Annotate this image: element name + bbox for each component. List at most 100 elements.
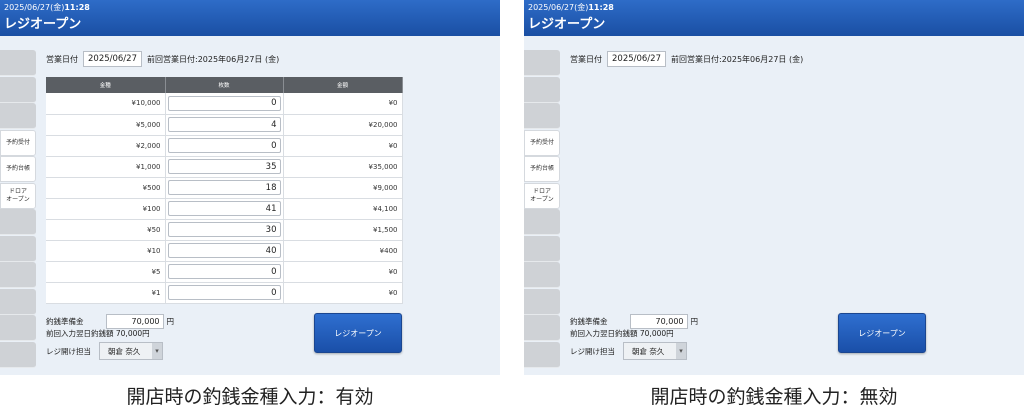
- table-row: ¥10,000 ¥0: [46, 93, 403, 115]
- count-input[interactable]: [167, 117, 281, 132]
- sidebar-tab-empty[interactable]: [524, 76, 560, 103]
- sidebar-tab-empty[interactable]: [0, 103, 36, 129]
- chevron-down-icon: ▾: [152, 343, 162, 359]
- page-title: レジオープン: [528, 17, 606, 32]
- caption-disabled: 開店時の釣銭金種入力：無効: [650, 386, 898, 408]
- sidebar-tab-5[interactable]: ドロア オープン: [524, 182, 560, 209]
- table-row: ¥2,000 ¥0: [46, 135, 403, 157]
- count-cell: [165, 177, 284, 199]
- sidebar-tab-4[interactable]: 予約台帳: [524, 156, 560, 182]
- sidebar-tab-empty[interactable]: [0, 50, 36, 76]
- sidebar-tab-3[interactable]: 予約受付: [524, 129, 560, 156]
- sidebar-tab-empty[interactable]: [524, 262, 560, 288]
- count-input[interactable]: [167, 285, 281, 300]
- business-date-field[interactable]: 2025/06/27: [607, 51, 666, 67]
- register-open-button[interactable]: レジオープン: [314, 313, 402, 353]
- sidebar-tab-empty[interactable]: [524, 288, 560, 315]
- header-bar: 2025/06/27(金)11:28 レジオープン: [524, 0, 1024, 36]
- staff-select[interactable]: 朝倉 奈久 ▾: [623, 342, 687, 360]
- prev-float-row: 前回入力翌日釣銭額 70,000円: [46, 329, 150, 338]
- count-input[interactable]: [167, 138, 281, 153]
- sidebar-tab-empty[interactable]: [524, 235, 560, 262]
- amount-cell: ¥9,000: [283, 177, 403, 199]
- table-row: ¥10 ¥400: [46, 240, 403, 262]
- business-date-field[interactable]: 2025/06/27: [83, 51, 142, 67]
- chevron-down-icon: ▾: [676, 343, 686, 359]
- count-cell: [165, 198, 284, 220]
- amount-cell: ¥35,000: [283, 156, 403, 178]
- count-input[interactable]: [167, 95, 281, 111]
- sidebar-tab-empty[interactable]: [524, 209, 560, 235]
- count-input[interactable]: [167, 264, 281, 279]
- sidebar-tab-empty[interactable]: [0, 288, 36, 315]
- prev-float-row: 前回入力翌日釣銭額 70,000円: [570, 329, 674, 338]
- denomination-cell: ¥5: [46, 261, 166, 283]
- count-cell: [165, 135, 284, 157]
- sidebar-tab-empty[interactable]: [0, 235, 36, 262]
- count-cell: [165, 240, 284, 262]
- denomination-table: 金種 枚数 金額 ¥10,000¥0¥5,000¥20,000¥2,000¥0¥…: [46, 77, 403, 304]
- sidebar-tab-3[interactable]: 予約受付: [0, 129, 36, 156]
- amount-cell: ¥1,500: [283, 219, 403, 241]
- count-input[interactable]: [167, 222, 281, 237]
- float-row: 釣銭準備金 円: [46, 314, 174, 329]
- float-input[interactable]: [629, 314, 688, 329]
- sidebar-tab-empty[interactable]: [524, 341, 560, 368]
- caption-enabled: 開店時の釣銭金種入力：有効: [126, 386, 374, 408]
- business-date-row: 営業日付 2025/06/27 前回営業日付:2025年06月27日 (金): [46, 51, 279, 67]
- column-header-count: 枚数: [165, 77, 284, 93]
- denomination-cell: ¥10,000: [46, 93, 166, 115]
- amount-cell: ¥20,000: [283, 114, 403, 136]
- staff-row: レジ開け担当 朝倉 奈久 ▾: [570, 342, 687, 360]
- sidebar-tab-5[interactable]: ドロア オープン: [0, 182, 36, 209]
- amount-cell: ¥0: [283, 261, 403, 283]
- sidebar-tab-empty[interactable]: [0, 341, 36, 368]
- sidebar-tab-empty[interactable]: [524, 103, 560, 129]
- count-cell: [165, 114, 284, 136]
- sidebar-tab-empty[interactable]: [0, 76, 36, 103]
- page-title: レジオープン: [4, 17, 82, 32]
- count-cell: [165, 156, 284, 178]
- table-row: ¥5,000 ¥20,000: [46, 114, 403, 136]
- float-input[interactable]: [105, 314, 164, 329]
- amount-cell: ¥0: [283, 282, 403, 304]
- sidebar-tab-empty[interactable]: [524, 50, 560, 76]
- count-input[interactable]: [167, 201, 281, 216]
- column-header-denomination: 金種: [46, 77, 166, 93]
- denomination-cell: ¥2,000: [46, 135, 166, 157]
- datetime: 2025/06/27(金)11:28: [4, 3, 90, 12]
- count-cell: [165, 219, 284, 241]
- table-row: ¥500 ¥9,000: [46, 177, 403, 199]
- amount-cell: ¥0: [283, 135, 403, 157]
- count-input[interactable]: [167, 159, 281, 174]
- float-row: 釣銭準備金 円: [570, 314, 698, 329]
- screen-denomination-disabled: 2025/06/27(金)11:28 レジオープン 予約受付 予約台帳 ドロア オー…: [524, 0, 1024, 375]
- sidebar-tab-empty[interactable]: [0, 315, 36, 341]
- sidebar-tab-empty[interactable]: [0, 209, 36, 235]
- count-cell: [165, 282, 284, 304]
- count-cell: [165, 261, 284, 283]
- datetime: 2025/06/27(金)11:28: [528, 3, 614, 12]
- amount-cell: ¥0: [283, 93, 403, 115]
- denomination-cell: ¥10: [46, 240, 166, 262]
- sidebar-tab-empty[interactable]: [0, 262, 36, 288]
- count-input[interactable]: [167, 180, 281, 195]
- sidebar-tab-empty[interactable]: [524, 315, 560, 341]
- denomination-cell: ¥5,000: [46, 114, 166, 136]
- amount-cell: ¥400: [283, 240, 403, 262]
- sidebar: 予約受付 予約台帳 ドロア オープン: [524, 50, 560, 368]
- count-cell: [165, 93, 284, 115]
- staff-row: レジ開け担当 朝倉 奈久 ▾: [46, 342, 163, 360]
- sidebar-tab-4[interactable]: 予約台帳: [0, 156, 36, 182]
- denomination-cell: ¥1: [46, 282, 166, 304]
- screen-denomination-enabled: 2025/06/27(金)11:28 レジオープン 予約受付 予約台帳 ドロア オー…: [0, 0, 500, 375]
- column-header-amount: 金額: [283, 77, 403, 93]
- business-date-row: 営業日付 2025/06/27 前回営業日付:2025年06月27日 (金): [570, 51, 803, 67]
- register-open-button[interactable]: レジオープン: [838, 313, 926, 353]
- table-row: ¥100 ¥4,100: [46, 198, 403, 220]
- staff-select[interactable]: 朝倉 奈久 ▾: [99, 342, 163, 360]
- denomination-cell: ¥100: [46, 198, 166, 220]
- amount-cell: ¥4,100: [283, 198, 403, 220]
- count-input[interactable]: [167, 243, 281, 258]
- table-row: ¥5 ¥0: [46, 261, 403, 283]
